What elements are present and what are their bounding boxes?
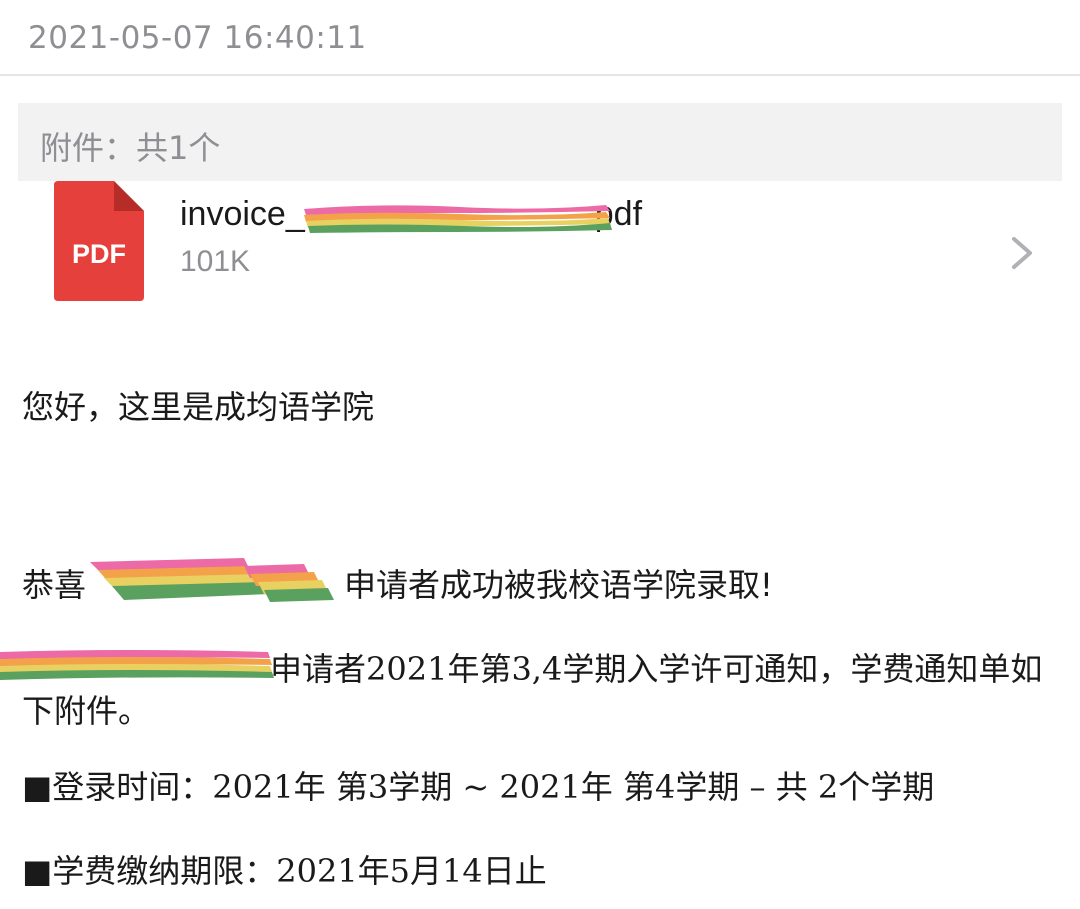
attachments-header: 附件：共1个 — [18, 103, 1062, 181]
applicant-id-redaction — [0, 648, 274, 680]
applicant-name-redaction — [84, 556, 346, 602]
chevron-right-icon[interactable] — [1008, 233, 1038, 273]
deadline-line: ■学费缴纳期限：2021年5月14日止 — [22, 852, 547, 890]
filename-prefix: invoice_ — [180, 195, 305, 233]
filename-redaction — [300, 199, 612, 233]
congrats-prefix: 恭喜 — [22, 566, 87, 604]
term-line: ■登录时间：2021年 第3学期 ~ 2021年 第4学期 – 共 2个学期 — [22, 768, 935, 806]
header-divider — [0, 74, 1080, 76]
greeting-line: 您好，这里是成均语学院 — [22, 388, 375, 426]
notice-line-2: 下附件。 — [22, 692, 151, 730]
notice-text-1: 申请者2021年第3,4学期入学许可通知，学费通知单如 — [270, 650, 1043, 688]
congrats-suffix: 申请者成功被我校语学院录取! — [344, 566, 773, 604]
email-timestamp: 2021-05-07 16:40:11 — [28, 20, 367, 56]
pdf-type-label: PDF — [72, 239, 126, 269]
attachments-count: 附件：共1个 — [40, 129, 221, 167]
attachment-filesize: 101K — [180, 245, 251, 278]
pdf-file-icon: PDF — [54, 181, 144, 301]
attachment-item[interactable]: PDF invoice_ pdf 101K — [18, 181, 1062, 311]
